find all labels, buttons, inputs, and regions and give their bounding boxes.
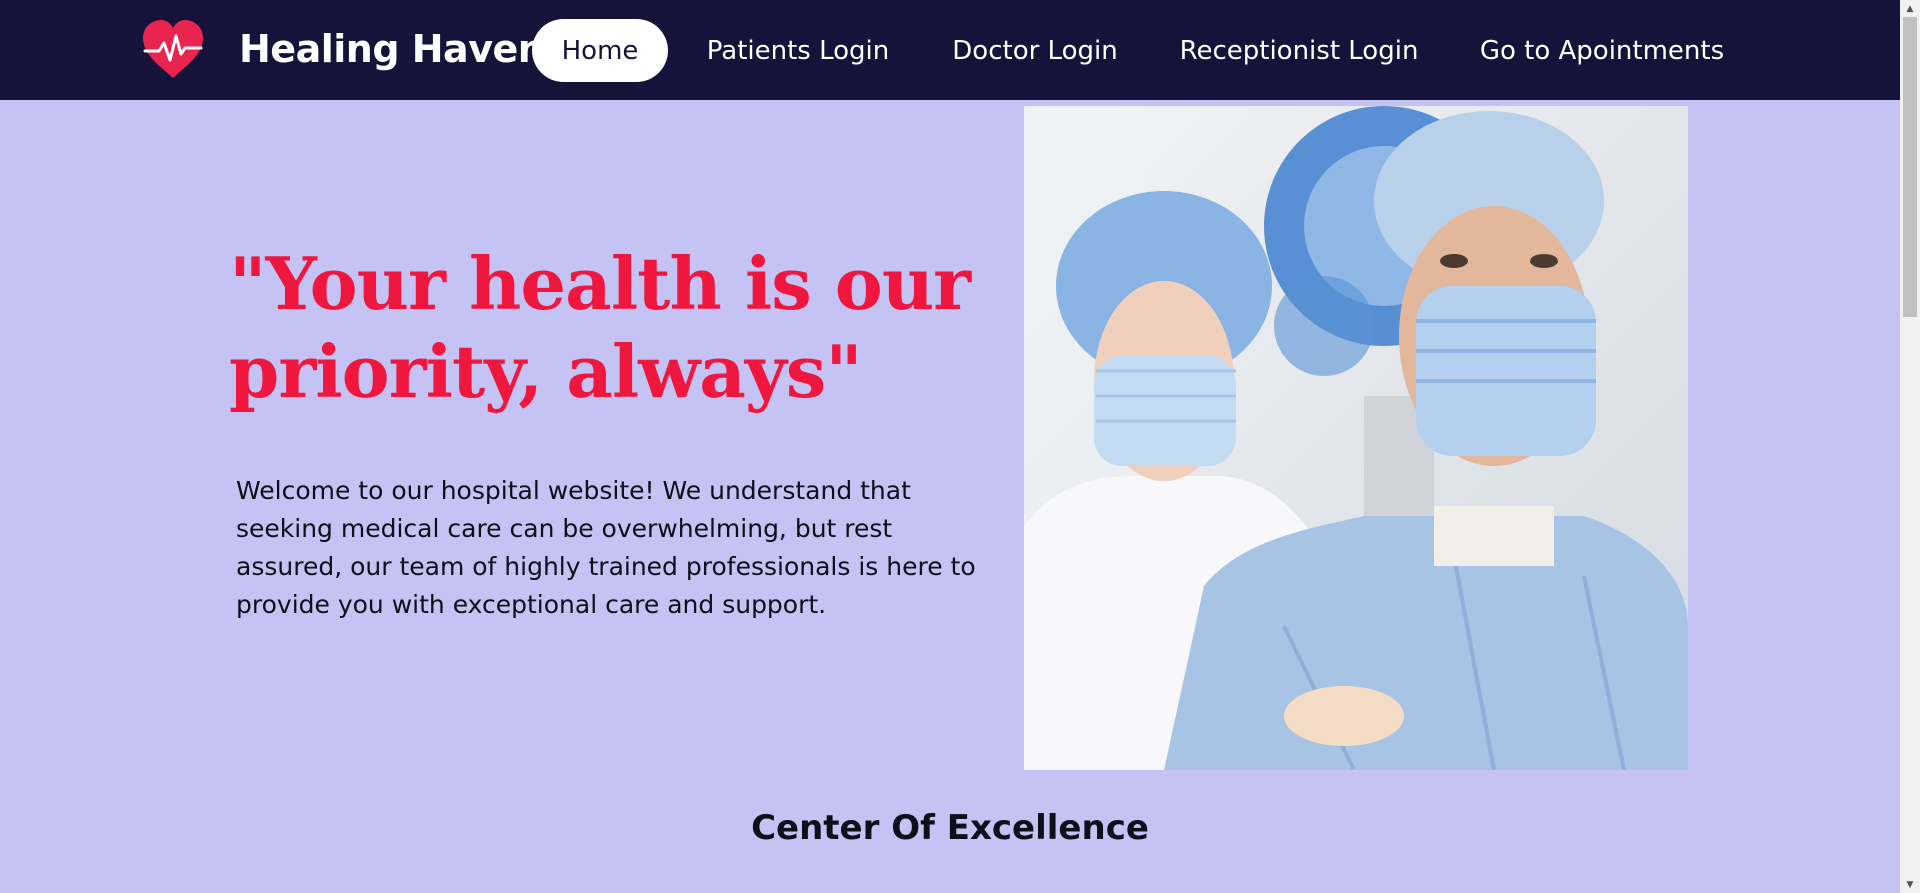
heart-pulse-icon[interactable] [139, 18, 207, 82]
nav-home-button[interactable]: Home [532, 19, 668, 82]
page-scrollbar[interactable]: ▲ ▼ [1900, 0, 1920, 893]
scroll-up-icon[interactable]: ▲ [1900, 0, 1920, 17]
scrollbar-thumb[interactable] [1903, 17, 1917, 317]
nav-doctor-login-link[interactable]: Doctor Login [945, 19, 1125, 82]
scroll-down-icon[interactable]: ▼ [1900, 876, 1920, 893]
surgeons-photo [1024, 106, 1688, 770]
top-navbar: Healing Haven Home Patients Login Doctor… [0, 0, 1900, 100]
nav-patients-login-link[interactable]: Patients Login [700, 19, 896, 82]
nav-appointments-link[interactable]: Go to Apointments [1474, 19, 1730, 82]
hero-quote: "Your health is our priority, always" [229, 241, 971, 414]
nav-receptionist-login-link[interactable]: Receptionist Login [1176, 19, 1422, 82]
hero-intro-text: Welcome to our hospital website! We unde… [236, 476, 976, 619]
brand-name[interactable]: Healing Haven [239, 27, 545, 71]
center-of-excellence-heading: Center Of Excellence [751, 808, 1149, 848]
